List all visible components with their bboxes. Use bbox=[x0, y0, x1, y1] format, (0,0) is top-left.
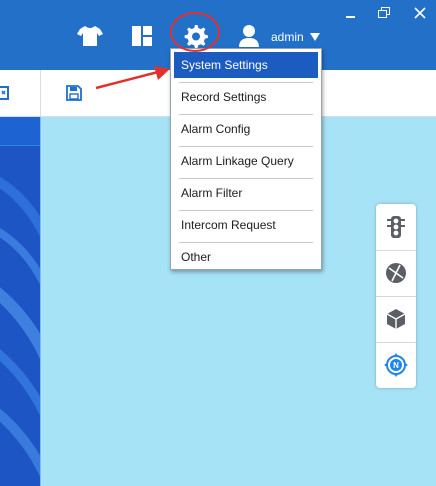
close-icon[interactable] bbox=[412, 6, 428, 20]
traffic-light-icon[interactable] bbox=[376, 204, 416, 251]
minimize-icon[interactable] bbox=[343, 6, 359, 20]
menu-divider bbox=[179, 242, 313, 243]
menu-item-system-settings[interactable]: System Settings bbox=[174, 52, 318, 78]
chevron-down-icon[interactable] bbox=[310, 33, 320, 41]
highlight-circle bbox=[170, 12, 220, 52]
toolbar-divider bbox=[40, 70, 41, 116]
floating-tools: N bbox=[376, 204, 416, 388]
user-icon[interactable] bbox=[235, 22, 263, 50]
cube-icon[interactable] bbox=[376, 296, 416, 343]
menu-divider bbox=[179, 82, 313, 83]
sphere-icon[interactable] bbox=[376, 250, 416, 297]
menu-item-record-settings[interactable]: Record Settings bbox=[174, 84, 318, 110]
expand-icon[interactable] bbox=[0, 84, 12, 102]
menu-item-other[interactable]: Other bbox=[174, 244, 318, 270]
video-preview-panel[interactable] bbox=[0, 117, 41, 486]
menu-item-alarm-linkage-query[interactable]: Alarm Linkage Query bbox=[174, 148, 318, 174]
menu-item-alarm-config[interactable]: Alarm Config bbox=[174, 116, 318, 142]
annotation-arrow bbox=[95, 66, 170, 90]
preview-background bbox=[0, 176, 40, 477]
tshirt-icon[interactable] bbox=[76, 22, 104, 50]
compass-icon[interactable]: N bbox=[376, 342, 416, 388]
menu-divider bbox=[179, 146, 313, 147]
restore-icon[interactable] bbox=[376, 6, 392, 20]
svg-text:N: N bbox=[393, 361, 399, 370]
save-icon[interactable] bbox=[66, 85, 82, 101]
menu-divider bbox=[179, 114, 313, 115]
menu-divider bbox=[179, 178, 313, 179]
menu-item-alarm-filter[interactable]: Alarm Filter bbox=[174, 180, 318, 206]
menu-item-intercom-request[interactable]: Intercom Request bbox=[174, 212, 318, 238]
user-name[interactable]: admin bbox=[271, 30, 304, 44]
layout-icon[interactable] bbox=[128, 22, 156, 50]
menu-divider bbox=[179, 210, 313, 211]
